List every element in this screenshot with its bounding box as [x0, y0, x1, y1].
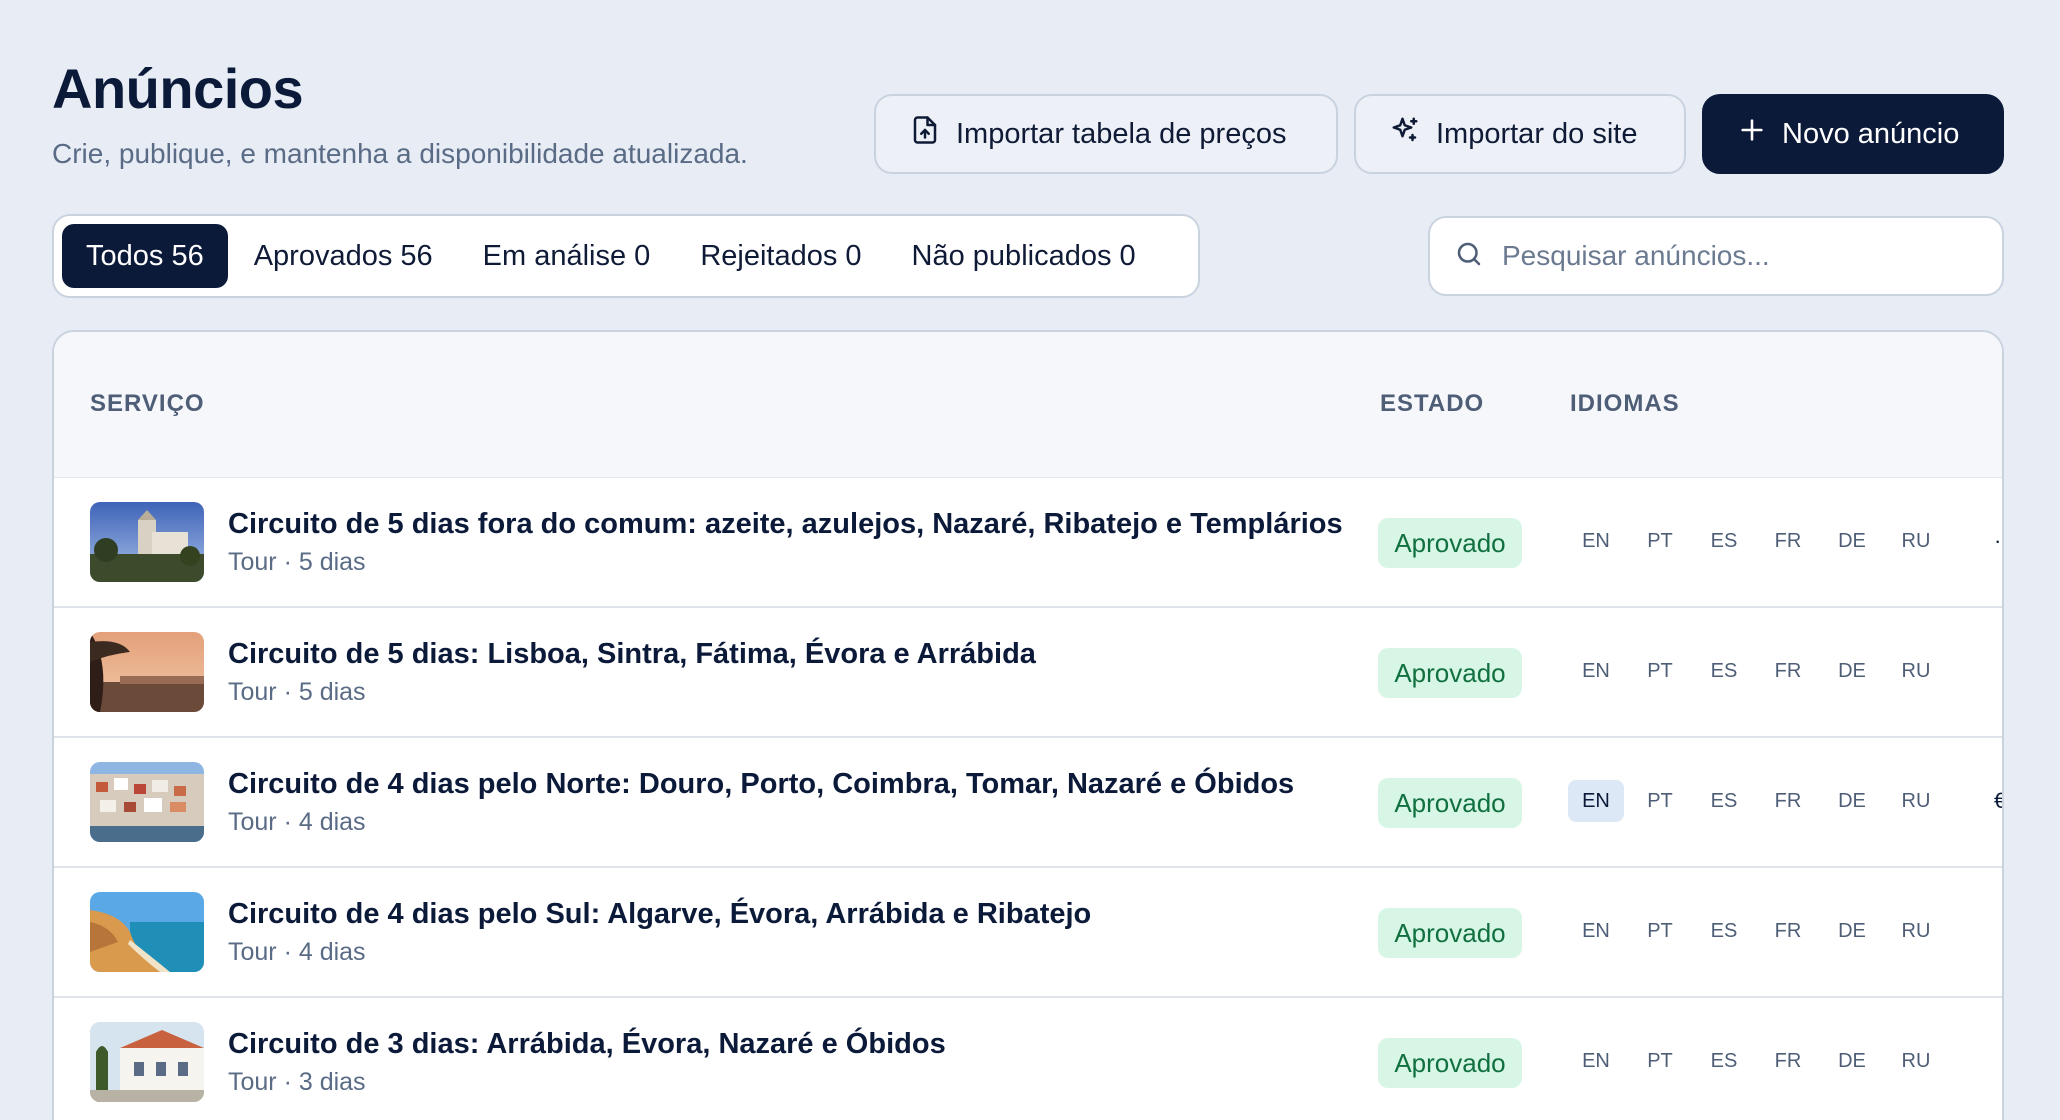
language-tag-ru[interactable]: RU [1888, 780, 1944, 822]
plus-icon [1738, 116, 1766, 152]
listing-thumbnail [90, 892, 204, 972]
listing-subtitle: Tour · 4 dias [228, 808, 366, 836]
column-header-languages: IDIOMAS [1570, 390, 1680, 417]
tab-unpublished[interactable]: Não publicados 0 [888, 224, 1160, 288]
table-row[interactable]: Circuito de 5 dias: Lisboa, Sintra, Fáti… [54, 608, 2002, 738]
language-tag-pt[interactable]: PT [1632, 780, 1688, 822]
language-list: EN PT ES FR DE RU [1568, 520, 1944, 562]
language-tag-pt[interactable]: PT [1632, 650, 1688, 692]
status-filter-tabs: Todos 56 Aprovados 56 Em análise 0 Rejei… [52, 214, 1200, 298]
language-tag-fr[interactable]: FR [1760, 650, 1816, 692]
listing-subtitle: Tour · 3 dias [228, 1068, 366, 1096]
language-tag-es[interactable]: ES [1696, 650, 1752, 692]
listing-title[interactable]: Circuito de 4 dias pelo Sul: Algarve, Év… [228, 898, 1091, 931]
language-tag-en[interactable]: EN [1568, 1040, 1624, 1082]
import-site-label: Importar do site [1436, 117, 1638, 150]
language-tag-fr[interactable]: FR [1760, 1040, 1816, 1082]
price-column-clipped: · [1994, 528, 2002, 553]
language-list: EN PT ES FR DE RU [1568, 780, 1944, 822]
table-row[interactable]: Circuito de 4 dias pelo Norte: Douro, Po… [54, 738, 2002, 868]
new-listing-label: Novo anúncio [1782, 117, 1960, 150]
language-list: EN PT ES FR DE RU [1568, 910, 1944, 952]
language-tag-es[interactable]: ES [1696, 1040, 1752, 1082]
language-tag-es[interactable]: ES [1696, 780, 1752, 822]
tab-in-review[interactable]: Em análise 0 [459, 224, 675, 288]
language-tag-pt[interactable]: PT [1632, 1040, 1688, 1082]
page-subtitle: Crie, publique, e mantenha a disponibili… [52, 138, 748, 169]
search-icon [1454, 239, 1484, 274]
language-tag-es[interactable]: ES [1696, 910, 1752, 952]
language-tag-en[interactable]: EN [1568, 910, 1624, 952]
language-tag-pt[interactable]: PT [1632, 910, 1688, 952]
status-badge: Aprovado [1378, 778, 1522, 828]
column-header-status: ESTADO [1380, 390, 1485, 417]
language-tag-ru[interactable]: RU [1888, 910, 1944, 952]
tab-approved[interactable]: Aprovados 56 [230, 224, 457, 288]
search-input[interactable] [1502, 240, 1978, 272]
status-badge: Aprovado [1378, 648, 1522, 698]
table-header: SERVIÇO ESTADO IDIOMAS [54, 332, 2002, 478]
import-prices-label: Importar tabela de preços [956, 117, 1287, 150]
search-box [1428, 216, 2004, 296]
table-row[interactable]: Circuito de 4 dias pelo Sul: Algarve, Év… [54, 868, 2002, 998]
listing-title[interactable]: Circuito de 5 dias: Lisboa, Sintra, Fáti… [228, 638, 1036, 671]
language-tag-en[interactable]: EN [1568, 780, 1624, 822]
language-tag-en[interactable]: EN [1568, 650, 1624, 692]
listing-subtitle: Tour · 5 dias [228, 678, 366, 706]
sparkles-icon [1390, 115, 1420, 153]
language-tag-de[interactable]: DE [1824, 1040, 1880, 1082]
file-upload-icon [910, 115, 940, 153]
listing-thumbnail [90, 502, 204, 582]
language-tag-de[interactable]: DE [1824, 650, 1880, 692]
listing-title[interactable]: Circuito de 4 dias pelo Norte: Douro, Po… [228, 768, 1294, 801]
euro-icon: € [1994, 788, 2002, 814]
listing-thumbnail [90, 632, 204, 712]
language-tag-es[interactable]: ES [1696, 520, 1752, 562]
status-badge: Aprovado [1378, 518, 1522, 568]
tab-all[interactable]: Todos 56 [62, 224, 228, 288]
status-badge: Aprovado [1378, 1038, 1522, 1088]
listing-thumbnail [90, 762, 204, 842]
language-tag-ru[interactable]: RU [1888, 650, 1944, 692]
listing-thumbnail [90, 1022, 204, 1102]
tab-rejected[interactable]: Rejeitados 0 [676, 224, 885, 288]
language-tag-fr[interactable]: FR [1760, 520, 1816, 562]
table-row[interactable]: Circuito de 3 dias: Arrábida, Évora, Naz… [54, 998, 2002, 1120]
language-tag-en[interactable]: EN [1568, 520, 1624, 562]
language-list: EN PT ES FR DE RU [1568, 1040, 1944, 1082]
import-site-button[interactable]: Importar do site [1354, 94, 1686, 174]
column-header-service: SERVIÇO [90, 390, 205, 417]
new-listing-button[interactable]: Novo anúncio [1702, 94, 2004, 174]
language-tag-ru[interactable]: RU [1888, 1040, 1944, 1082]
status-badge: Aprovado [1378, 908, 1522, 958]
language-tag-ru[interactable]: RU [1888, 520, 1944, 562]
table-row[interactable]: Circuito de 5 dias fora do comum: azeite… [54, 478, 2002, 608]
page-title: Anúncios [52, 57, 304, 120]
import-prices-button[interactable]: Importar tabela de preços [874, 94, 1338, 174]
language-list: EN PT ES FR DE RU [1568, 650, 1944, 692]
language-tag-de[interactable]: DE [1824, 780, 1880, 822]
listing-title[interactable]: Circuito de 3 dias: Arrábida, Évora, Naz… [228, 1028, 946, 1061]
language-tag-de[interactable]: DE [1824, 910, 1880, 952]
language-tag-fr[interactable]: FR [1760, 780, 1816, 822]
language-tag-pt[interactable]: PT [1632, 520, 1688, 562]
language-tag-fr[interactable]: FR [1760, 910, 1816, 952]
listing-subtitle: Tour · 4 dias [228, 938, 366, 966]
language-tag-de[interactable]: DE [1824, 520, 1880, 562]
listing-title[interactable]: Circuito de 5 dias fora do comum: azeite… [228, 508, 1343, 541]
listings-table: SERVIÇO ESTADO IDIOMAS Circuito de 5 dia… [52, 330, 2004, 1120]
listing-subtitle: Tour · 5 dias [228, 548, 366, 576]
